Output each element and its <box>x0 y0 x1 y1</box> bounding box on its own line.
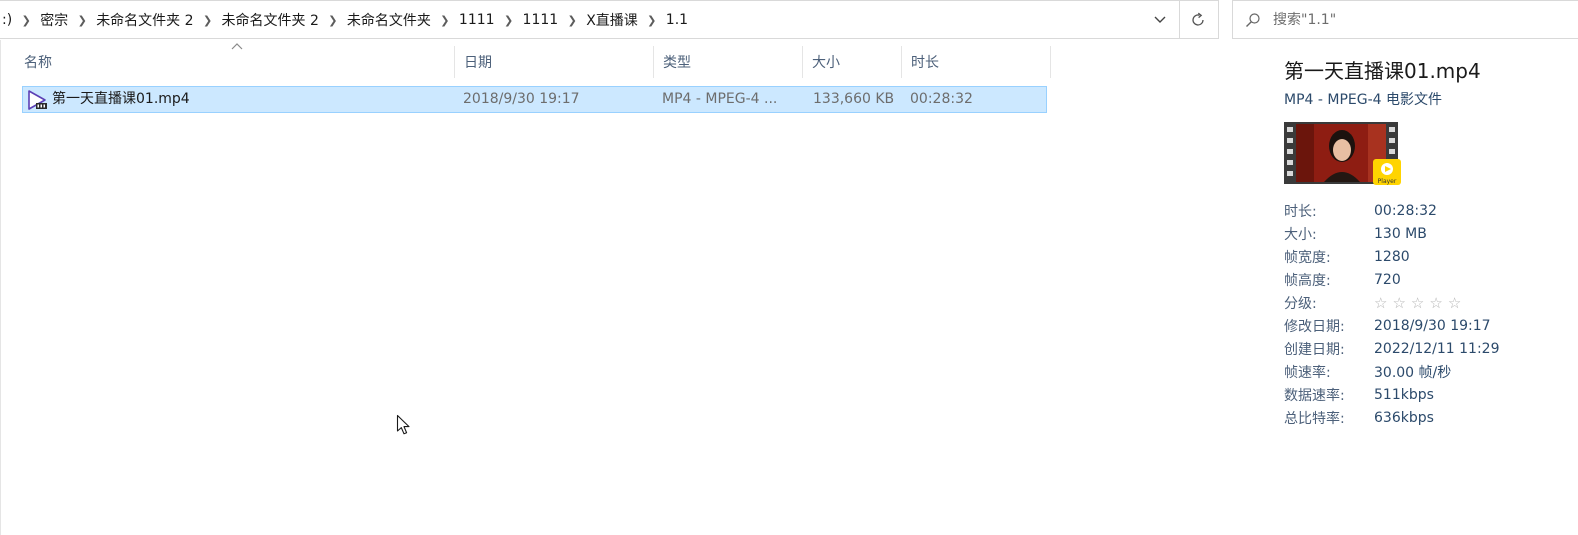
video-thumbnail: Player <box>1284 122 1401 185</box>
column-headers: 名称 日期 类型 大小 时长 <box>15 46 1051 78</box>
prop-value: 720 <box>1374 271 1401 288</box>
breadcrumb-item[interactable]: X直播课 <box>582 10 642 30</box>
breadcrumb-item-drive[interactable]: :) <box>0 12 16 28</box>
star-icon[interactable]: ☆ <box>1392 294 1405 312</box>
thumbnail-badge-text: Player <box>1378 178 1397 185</box>
breadcrumb-item[interactable]: 未命名文件夹 2 <box>218 10 323 30</box>
rating-stars[interactable]: ☆ ☆ ☆ ☆ ☆ <box>1374 294 1461 312</box>
chevron-right-icon[interactable]: ❯ <box>72 14 92 27</box>
file-name: 第一天直播课01.mp4 <box>52 91 190 107</box>
column-header-duration[interactable]: 时长 <box>902 46 1051 78</box>
chevron-right-icon[interactable]: ❯ <box>16 14 36 27</box>
prop-frame-width: 帧宽度: 1280 <box>1284 245 1500 268</box>
file-list-pane: 名称 日期 类型 大小 时长 第一天直播课01.mp4 2018/9/30 19… <box>0 40 1252 535</box>
search-box[interactable] <box>1232 0 1578 39</box>
prop-frame-rate: 帧速率: 30.00 帧/秒 <box>1284 360 1500 383</box>
table-row[interactable]: 第一天直播课01.mp4 2018/9/30 19:17 MP4 - MPEG-… <box>22 86 1047 113</box>
prop-value: 00:28:32 <box>1374 202 1437 219</box>
breadcrumb: :) ❯ 密宗 ❯ 未命名文件夹 2 ❯ 未命名文件夹 2 ❯ 未命名文件夹 ❯… <box>0 1 692 39</box>
prop-duration: 时长: 00:28:32 <box>1284 199 1500 222</box>
file-type: MP4 - MPEG-4 ... <box>662 91 778 107</box>
prop-size: 大小: 130 MB <box>1284 222 1500 245</box>
chevron-right-icon[interactable]: ❯ <box>562 14 582 27</box>
prop-label: 帧宽度: <box>1284 249 1331 266</box>
prop-label: 大小: <box>1284 226 1317 243</box>
details-subtitle: MP4 - MPEG-4 电影文件 <box>1284 92 1443 108</box>
search-icon <box>1233 1 1273 39</box>
prop-value: 30.00 帧/秒 <box>1374 364 1452 381</box>
prop-total-bitrate: 总比特率: 636kbps <box>1284 406 1500 429</box>
chevron-down-icon <box>1154 16 1166 23</box>
column-header-type[interactable]: 类型 <box>654 46 803 78</box>
address-history-button[interactable] <box>1144 1 1176 39</box>
prop-value: 511kbps <box>1374 386 1434 403</box>
file-duration: 00:28:32 <box>910 91 973 107</box>
prop-created-date: 创建日期: 2022/12/11 11:29 <box>1284 337 1500 360</box>
prop-label: 总比特率: <box>1284 410 1345 427</box>
video-file-icon <box>28 90 47 110</box>
file-date: 2018/9/30 19:17 <box>463 91 580 107</box>
breadcrumb-item[interactable]: 1111 <box>519 12 563 28</box>
prop-value: 2018/9/30 19:17 <box>1374 317 1491 334</box>
breadcrumb-item-current[interactable]: 1.1 <box>662 12 692 28</box>
prop-value: 1280 <box>1374 248 1410 265</box>
breadcrumb-item[interactable]: 密宗 <box>36 10 72 30</box>
prop-label: 帧高度: <box>1284 272 1331 289</box>
prop-value: 2022/12/11 11:29 <box>1374 340 1500 357</box>
prop-value: 130 MB <box>1374 225 1427 242</box>
refresh-icon <box>1192 12 1204 26</box>
prop-label: 创建日期: <box>1284 341 1345 358</box>
refresh-button[interactable] <box>1180 1 1216 39</box>
column-header-name[interactable]: 名称 <box>15 46 455 78</box>
address-row: :) ❯ 密宗 ❯ 未命名文件夹 2 ❯ 未命名文件夹 2 ❯ 未命名文件夹 ❯… <box>0 0 1578 40</box>
star-icon[interactable]: ☆ <box>1411 294 1424 312</box>
prop-data-rate: 数据速率: 511kbps <box>1284 383 1500 406</box>
star-icon[interactable]: ☆ <box>1374 294 1387 312</box>
prop-rating: 分级: ☆ ☆ ☆ ☆ ☆ <box>1284 291 1500 314</box>
details-properties: 时长: 00:28:32 大小: 130 MB 帧宽度: 1280 帧高度: 7… <box>1284 199 1500 429</box>
star-icon[interactable]: ☆ <box>1429 294 1442 312</box>
column-header-date[interactable]: 日期 <box>455 46 654 78</box>
chevron-right-icon[interactable]: ❯ <box>435 14 455 27</box>
prop-label: 分级: <box>1284 295 1317 312</box>
breadcrumb-item[interactable]: 未命名文件夹 <box>343 10 435 30</box>
details-pane: 第一天直播课01.mp4 MP4 - MPEG-4 电影文件 Player 时长… <box>1253 40 1578 535</box>
details-title: 第一天直播课01.mp4 <box>1284 59 1481 83</box>
breadcrumb-item[interactable]: 未命名文件夹 2 <box>92 10 197 30</box>
prop-label: 帧速率: <box>1284 364 1331 381</box>
prop-label: 时长: <box>1284 203 1317 220</box>
prop-label: 数据速率: <box>1284 387 1345 404</box>
prop-frame-height: 帧高度: 720 <box>1284 268 1500 291</box>
prop-label: 修改日期: <box>1284 318 1345 335</box>
breadcrumb-item[interactable]: 1111 <box>455 12 499 28</box>
search-input[interactable] <box>1273 4 1553 35</box>
prop-value: 636kbps <box>1374 409 1434 426</box>
file-size: 133,660 KB <box>813 91 895 107</box>
column-header-size[interactable]: 大小 <box>803 46 902 78</box>
chevron-right-icon[interactable]: ❯ <box>642 14 662 27</box>
star-icon[interactable]: ☆ <box>1448 294 1461 312</box>
address-bar[interactable]: :) ❯ 密宗 ❯ 未命名文件夹 2 ❯ 未命名文件夹 2 ❯ 未命名文件夹 ❯… <box>0 0 1219 39</box>
chevron-right-icon[interactable]: ❯ <box>198 14 218 27</box>
chevron-right-icon[interactable]: ❯ <box>323 14 343 27</box>
mouse-cursor-icon <box>396 414 410 435</box>
chevron-right-icon[interactable]: ❯ <box>499 14 519 27</box>
prop-modified-date: 修改日期: 2018/9/30 19:17 <box>1284 314 1500 337</box>
